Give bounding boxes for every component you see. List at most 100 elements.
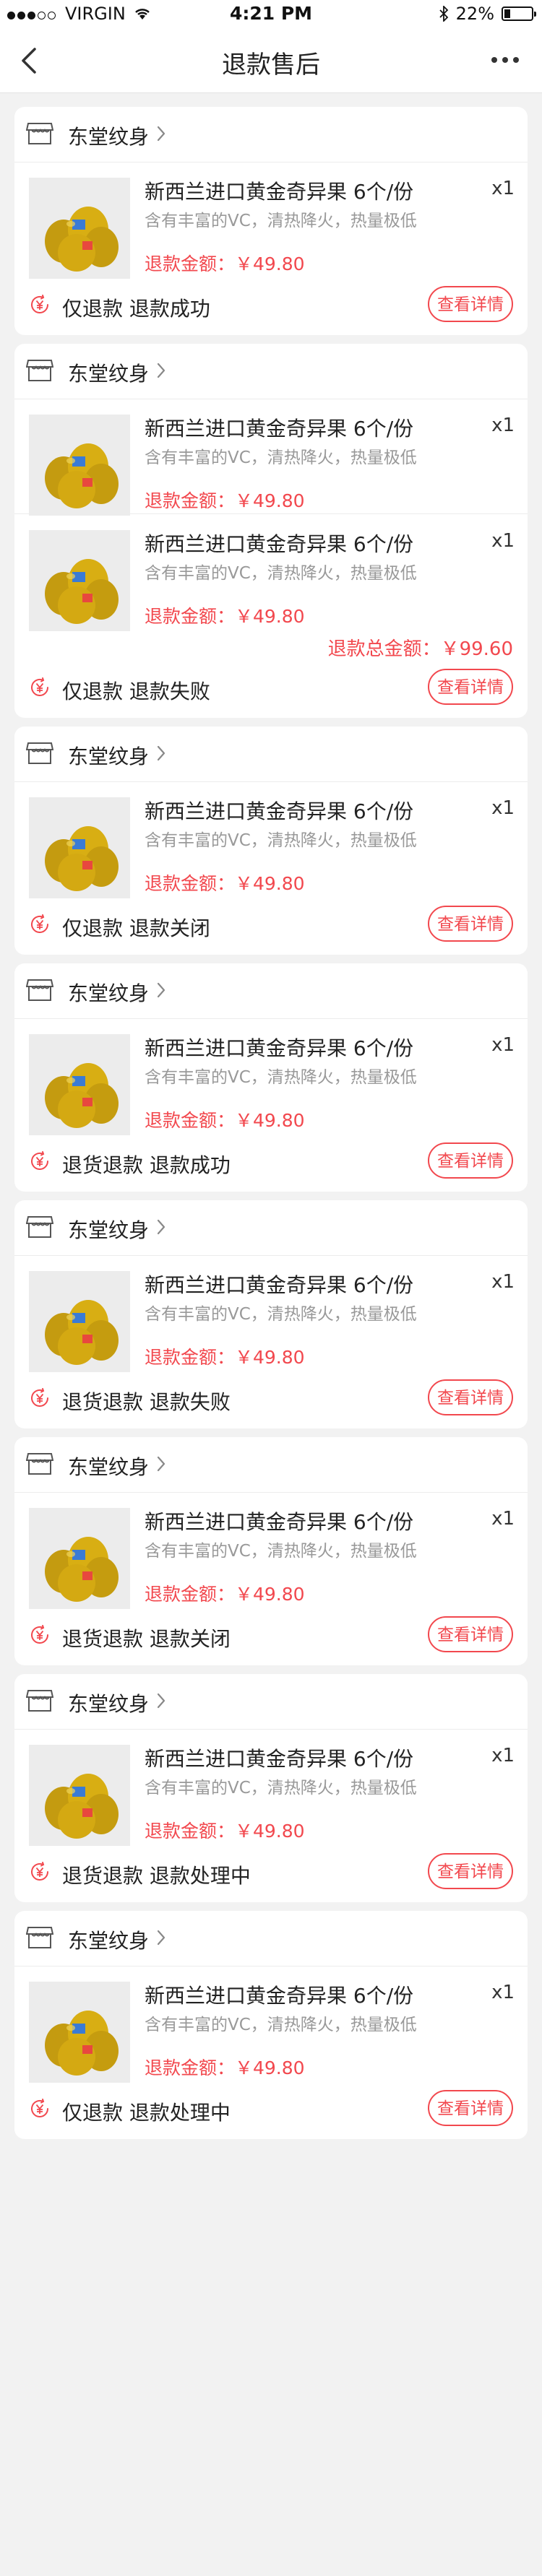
refund-status-row: 仅退款 退款失败 查看详情 [14, 660, 528, 718]
chevron-right-icon [157, 363, 165, 378]
refund-amount: 退款金额：￥49.80 [145, 606, 305, 627]
shop-name: 东堂纹身 [68, 362, 150, 386]
shop-icon [25, 1925, 54, 1950]
refund-status-text: 仅退款 退款关闭 [62, 916, 210, 940]
product-thumbnail [29, 1745, 130, 1846]
refund-yen-icon [31, 295, 48, 313]
refund-status-row: 退货退款 退款关闭 查看详情 [14, 1608, 528, 1665]
refund-status-row: 仅退款 退款关闭 查看详情 [14, 897, 528, 955]
product-quantity: x1 [491, 1982, 515, 2003]
product-description: 含有丰富的VC，清热降火，热量极低 [145, 1305, 417, 1324]
refund-yen-icon [31, 1388, 48, 1407]
shop-name: 东堂纹身 [68, 981, 150, 1005]
view-details-button[interactable]: 查看详情 [428, 286, 513, 322]
shop-row[interactable]: 东堂纹身 [14, 344, 528, 399]
refund-item[interactable]: 新西兰进口黄金奇异果 6个/份 x1 含有丰富的VC，清热降火，热量极低 退款金额：￥… [14, 1729, 528, 1846]
refund-yen-icon [31, 1625, 48, 1644]
battery-percent: 22% [455, 4, 494, 24]
view-details-button[interactable]: 查看详情 [428, 906, 513, 942]
refund-order-card: 东堂纹身 新西兰进口黄金奇异果 6个/份 x1 含有丰富的VC，清热降火，热量极低退… [14, 1437, 528, 1665]
product-quantity: x1 [491, 1745, 515, 1766]
product-description: 含有丰富的VC，清热降火，热量极低 [145, 2016, 417, 2034]
product-quantity: x1 [491, 415, 515, 436]
shop-row[interactable]: 东堂纹身 [14, 1437, 528, 1493]
refund-yen-icon [31, 914, 48, 933]
product-name: 新西兰进口黄金奇异果 6个/份 [145, 1273, 414, 1297]
shop-row[interactable]: 东堂纹身 [14, 1674, 528, 1730]
shop-icon [25, 1215, 54, 1239]
view-details-button[interactable]: 查看详情 [428, 1853, 513, 1889]
bluetooth-icon [439, 6, 448, 22]
refund-order-card: 东堂纹身 新西兰进口黄金奇异果 6个/份 x1 含有丰富的VC，清热降火，热量极低退… [14, 344, 528, 718]
shop-row[interactable]: 东堂纹身 [14, 963, 528, 1019]
page-title: 退款售后 [222, 51, 320, 79]
refund-order-card: 东堂纹身 新西兰进口黄金奇异果 6个/份 x1 含有丰富的VC，清热降火，热量极低退… [14, 1200, 528, 1428]
refund-amount: 退款金额：￥49.80 [145, 1821, 305, 1842]
view-details-button[interactable]: 查看详情 [428, 1379, 513, 1415]
chevron-right-icon [157, 1219, 165, 1235]
shop-name: 东堂纹身 [68, 1455, 150, 1479]
shop-icon [25, 121, 54, 146]
refund-item[interactable]: 新西兰进口黄金奇异果 6个/份 x1 含有丰富的VC，清热降火，热量极低 退款金额：￥… [14, 514, 528, 631]
shop-name: 东堂纹身 [68, 125, 150, 149]
chevron-right-icon [157, 126, 165, 142]
refund-status-row: 仅退款 退款成功 查看详情 [14, 277, 528, 335]
product-thumbnail [29, 1508, 130, 1609]
refund-item[interactable]: 新西兰进口黄金奇异果 6个/份 x1 含有丰富的VC，清热降火，热量极低 退款金额：￥… [14, 1255, 528, 1372]
refund-amount: 退款金额：￥49.80 [145, 1347, 305, 1368]
product-name: 新西兰进口黄金奇异果 6个/份 [145, 1510, 414, 1534]
chevron-right-icon [157, 982, 165, 998]
product-thumbnail [29, 797, 130, 898]
refund-amount: 退款金额：￥49.80 [145, 1584, 305, 1605]
refund-status-row: 退货退款 退款成功 查看详情 [14, 1134, 528, 1192]
refund-item[interactable]: 新西兰进口黄金奇异果 6个/份 x1 含有丰富的VC，清热降火，热量极低 退款金额：￥… [14, 1018, 528, 1135]
refund-status-text: 仅退款 退款处理中 [62, 2101, 231, 2125]
product-description: 含有丰富的VC，清热降火，热量极低 [145, 564, 417, 583]
view-details-button[interactable]: 查看详情 [428, 669, 513, 705]
nav-bar: 退款售后 [0, 29, 542, 93]
product-quantity: x1 [491, 1271, 515, 1293]
shop-icon [25, 741, 54, 766]
shop-row[interactable]: 东堂纹身 [14, 107, 528, 162]
view-details-button[interactable]: 查看详情 [428, 1142, 513, 1179]
chevron-right-icon [157, 1456, 165, 1472]
chevron-right-icon [157, 745, 165, 761]
shop-row[interactable]: 东堂纹身 [14, 1911, 528, 1966]
refund-order-card: 东堂纹身 新西兰进口黄金奇异果 6个/份 x1 含有丰富的VC，清热降火，热量极低退… [14, 727, 528, 955]
product-description: 含有丰富的VC，清热降火，热量极低 [145, 831, 417, 850]
product-thumbnail [29, 1034, 130, 1135]
chevron-right-icon [157, 1930, 165, 1946]
chevron-right-icon [157, 1693, 165, 1709]
refund-item[interactable]: 新西兰进口黄金奇异果 6个/份 x1 含有丰富的VC，清热降火，热量极低 退款金额：￥… [14, 1966, 528, 2083]
refund-status-text: 退货退款 退款处理中 [62, 1864, 251, 1888]
product-name: 新西兰进口黄金奇异果 6个/份 [145, 799, 414, 823]
refund-item[interactable]: 新西兰进口黄金奇异果 6个/份 x1 含有丰富的VC，清热降火，热量极低 退款金额：￥… [14, 781, 528, 898]
refund-status-row: 退货退款 退款处理中 查看详情 [14, 1844, 528, 1902]
view-details-button[interactable]: 查看详情 [428, 2090, 513, 2126]
shop-row[interactable]: 东堂纹身 [14, 1200, 528, 1256]
refund-order-card: 东堂纹身 新西兰进口黄金奇异果 6个/份 x1 含有丰富的VC，清热降火，热量极低退… [14, 1911, 528, 2139]
view-details-button[interactable]: 查看详情 [428, 1616, 513, 1652]
refund-status-text: 退货退款 退款关闭 [62, 1627, 231, 1651]
shop-row[interactable]: 东堂纹身 [14, 727, 528, 782]
refund-amount: 退款金额：￥49.80 [145, 253, 305, 274]
refund-amount: 退款金额：￥49.80 [145, 1110, 305, 1131]
refund-total-amount: 退款总金额：￥99.60 [327, 638, 513, 660]
refund-item[interactable]: 新西兰进口黄金奇异果 6个/份 x1 含有丰富的VC，清热降火，热量极低 退款金额：￥… [14, 162, 528, 279]
more-dots-icon[interactable] [491, 49, 528, 71]
refund-order-card: 东堂纹身 新西兰进口黄金奇异果 6个/份 x1 含有丰富的VC，清热降火，热量极低退… [14, 1674, 528, 1902]
refund-amount: 退款金额：￥49.80 [145, 873, 305, 894]
product-name: 新西兰进口黄金奇异果 6个/份 [145, 180, 414, 204]
refund-yen-icon [31, 677, 48, 696]
product-thumbnail [29, 1982, 130, 2083]
refund-item[interactable]: 新西兰进口黄金奇异果 6个/份 x1 含有丰富的VC，清热降火，热量极低 退款金额：￥… [14, 399, 528, 516]
status-bar-right: 22% [439, 4, 536, 24]
refund-status-text: 仅退款 退款失败 [62, 680, 210, 703]
refund-item[interactable]: 新西兰进口黄金奇异果 6个/份 x1 含有丰富的VC，清热降火，热量极低 退款金额：￥… [14, 1492, 528, 1609]
refund-amount: 退款金额：￥49.80 [145, 2057, 305, 2078]
refund-status-text: 退货退款 退款失败 [62, 1390, 231, 1414]
product-quantity: x1 [491, 1034, 515, 1056]
product-description: 含有丰富的VC，清热降火，热量极低 [145, 1542, 417, 1561]
product-description: 含有丰富的VC，清热降火，热量极低 [145, 1068, 417, 1087]
refund-status-text: 退货退款 退款成功 [62, 1153, 231, 1177]
